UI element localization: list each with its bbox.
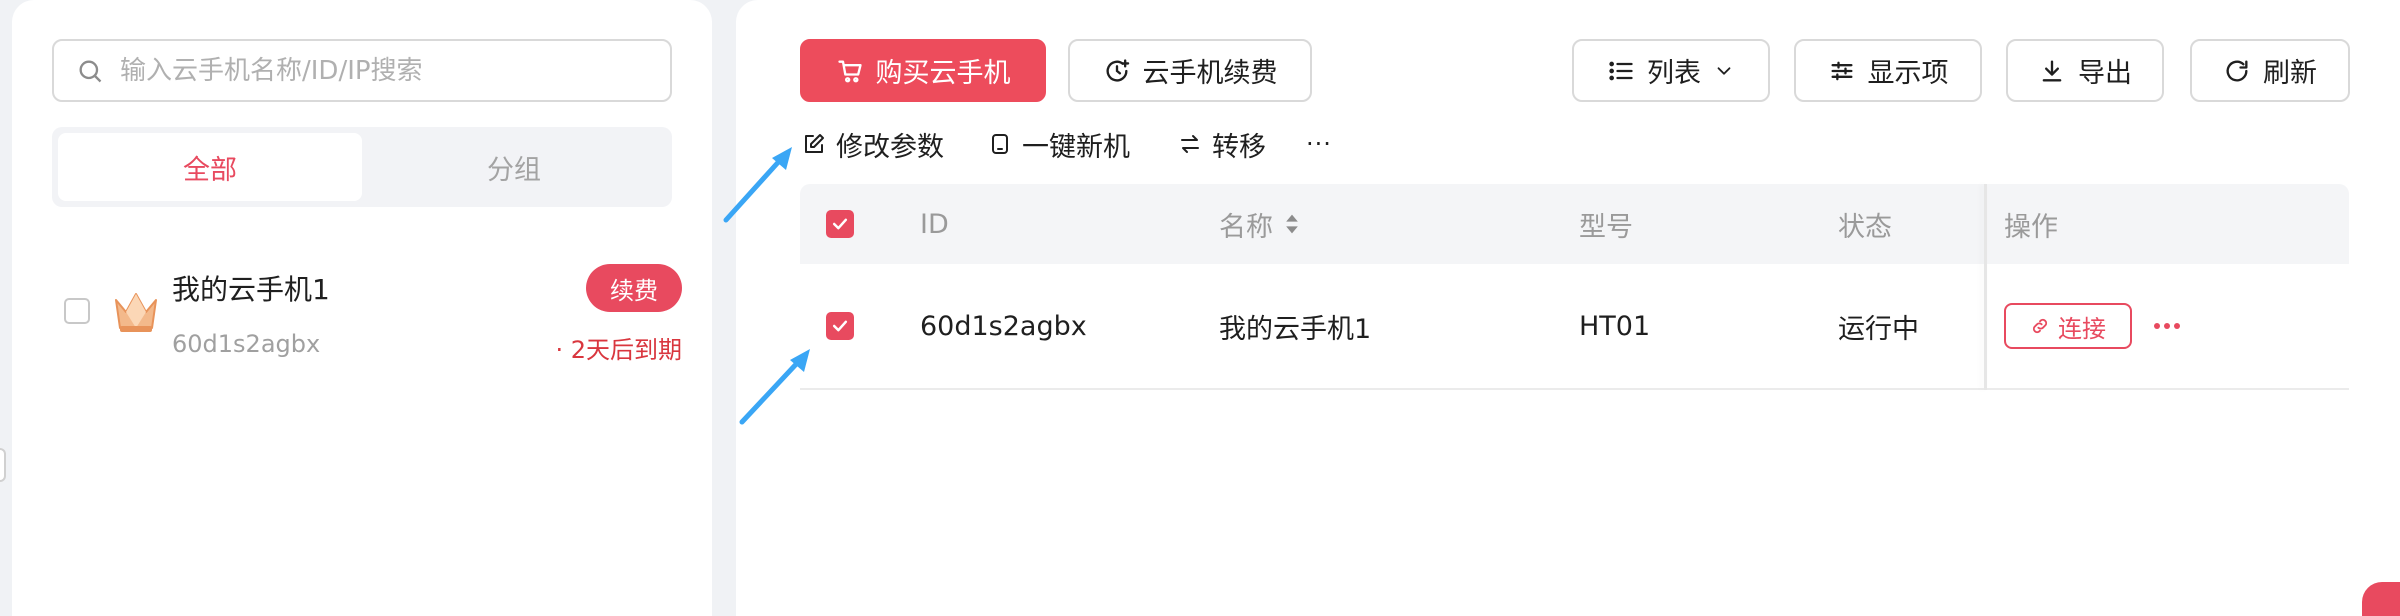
annotation-arrow-actions xyxy=(723,147,792,223)
annotation-arrow-row xyxy=(739,349,810,425)
app-screen: 全部 分组 我的云手机1 60d1s2agbx 续费 · 2天后到期 购买云手机 xyxy=(0,0,2400,616)
annotation-arrows xyxy=(723,147,810,425)
